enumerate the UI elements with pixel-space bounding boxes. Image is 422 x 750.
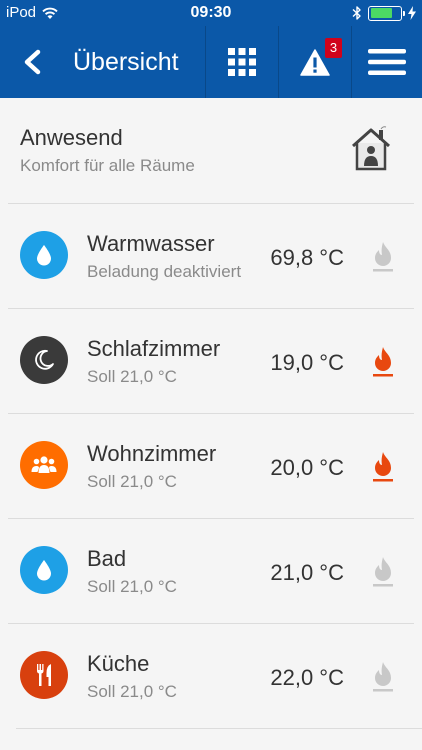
room-name: Küche bbox=[87, 651, 150, 676]
room-subtitle: Beladung deaktiviert bbox=[87, 262, 242, 281]
heating-flame-icon bbox=[372, 346, 394, 383]
room-temperature: 19,0 °C bbox=[270, 350, 344, 375]
room-icon bbox=[20, 651, 68, 699]
heating-flame-icon bbox=[372, 661, 394, 698]
back-button[interactable]: Übersicht bbox=[0, 26, 205, 98]
room-row-wohnzimmer[interactable]: Wohnzimmer Soll 21,0 °C 20,0 °C bbox=[0, 413, 422, 518]
presence-mode-section[interactable]: Anwesend Komfort für alle Räume bbox=[0, 98, 422, 203]
room-icon bbox=[20, 336, 68, 384]
row-divider bbox=[8, 308, 414, 309]
row-divider bbox=[8, 203, 414, 204]
back-chevron-icon bbox=[24, 49, 41, 75]
room-name: Schlafzimmer bbox=[87, 336, 221, 361]
water-drop-icon bbox=[37, 245, 51, 266]
battery-indicator bbox=[368, 5, 405, 21]
room-name: Bad bbox=[87, 546, 127, 571]
heating-flame-icon bbox=[372, 451, 394, 488]
room-row-warmwasser[interactable]: Warmwasser Beladung deaktiviert 69,8 °C bbox=[0, 203, 422, 308]
room-subtitle: Soll 21,0 °C bbox=[87, 577, 177, 596]
cutlery-icon bbox=[37, 664, 51, 686]
water-drop-icon bbox=[37, 560, 51, 581]
room-subtitle: Soll 21,0 °C bbox=[87, 367, 177, 386]
menu-button[interactable] bbox=[352, 26, 422, 98]
alerts-button[interactable]: 3 bbox=[279, 26, 351, 98]
row-divider bbox=[8, 623, 414, 624]
navigation-bar: Übersicht 3 bbox=[0, 26, 422, 98]
room-temperature: 22,0 °C bbox=[270, 665, 344, 690]
presence-title: Anwesend bbox=[20, 125, 123, 150]
bluetooth-icon bbox=[352, 6, 361, 20]
house-icon bbox=[352, 126, 390, 171]
row-divider bbox=[8, 518, 414, 519]
room-icon bbox=[20, 231, 68, 279]
room-temperature: 20,0 °C bbox=[270, 455, 344, 480]
room-row-kueche[interactable]: Küche Soll 21,0 °C 22,0 °C bbox=[0, 623, 422, 728]
heating-flame-icon bbox=[372, 556, 394, 593]
room-row-schlafzimmer[interactable]: Schlafzimmer Soll 21,0 °C 19,0 °C bbox=[0, 308, 422, 413]
rooms-list: Warmwasser Beladung deaktiviert 69,8 °C … bbox=[0, 203, 422, 729]
room-subtitle: Soll 21,0 °C bbox=[87, 472, 177, 491]
room-icon bbox=[20, 441, 68, 489]
charging-bolt-icon bbox=[408, 6, 416, 20]
room-name: Warmwasser bbox=[87, 231, 215, 256]
row-divider bbox=[16, 728, 422, 729]
people-icon bbox=[31, 456, 57, 473]
room-temperature: 21,0 °C bbox=[270, 560, 344, 585]
grid-button[interactable] bbox=[206, 26, 278, 98]
room-name: Wohnzimmer bbox=[87, 441, 217, 466]
room-temperature: 69,8 °C bbox=[270, 245, 344, 270]
row-divider bbox=[8, 413, 414, 414]
alert-count-badge: 3 bbox=[325, 38, 342, 58]
status-bar: iPod 09:30 bbox=[0, 0, 422, 26]
room-row-bad[interactable]: Bad Soll 21,0 °C 21,0 °C bbox=[0, 518, 422, 623]
presence-subtitle: Komfort für alle Räume bbox=[20, 156, 195, 175]
room-subtitle: Soll 21,0 °C bbox=[87, 682, 177, 701]
heating-flame-icon bbox=[372, 241, 394, 278]
page-title: Übersicht bbox=[73, 48, 179, 76]
room-icon bbox=[20, 546, 68, 594]
menu-icon bbox=[368, 49, 406, 75]
moon-icon bbox=[35, 349, 54, 370]
status-right bbox=[352, 5, 416, 21]
grid-icon bbox=[228, 48, 256, 76]
battery-fill bbox=[370, 8, 393, 18]
